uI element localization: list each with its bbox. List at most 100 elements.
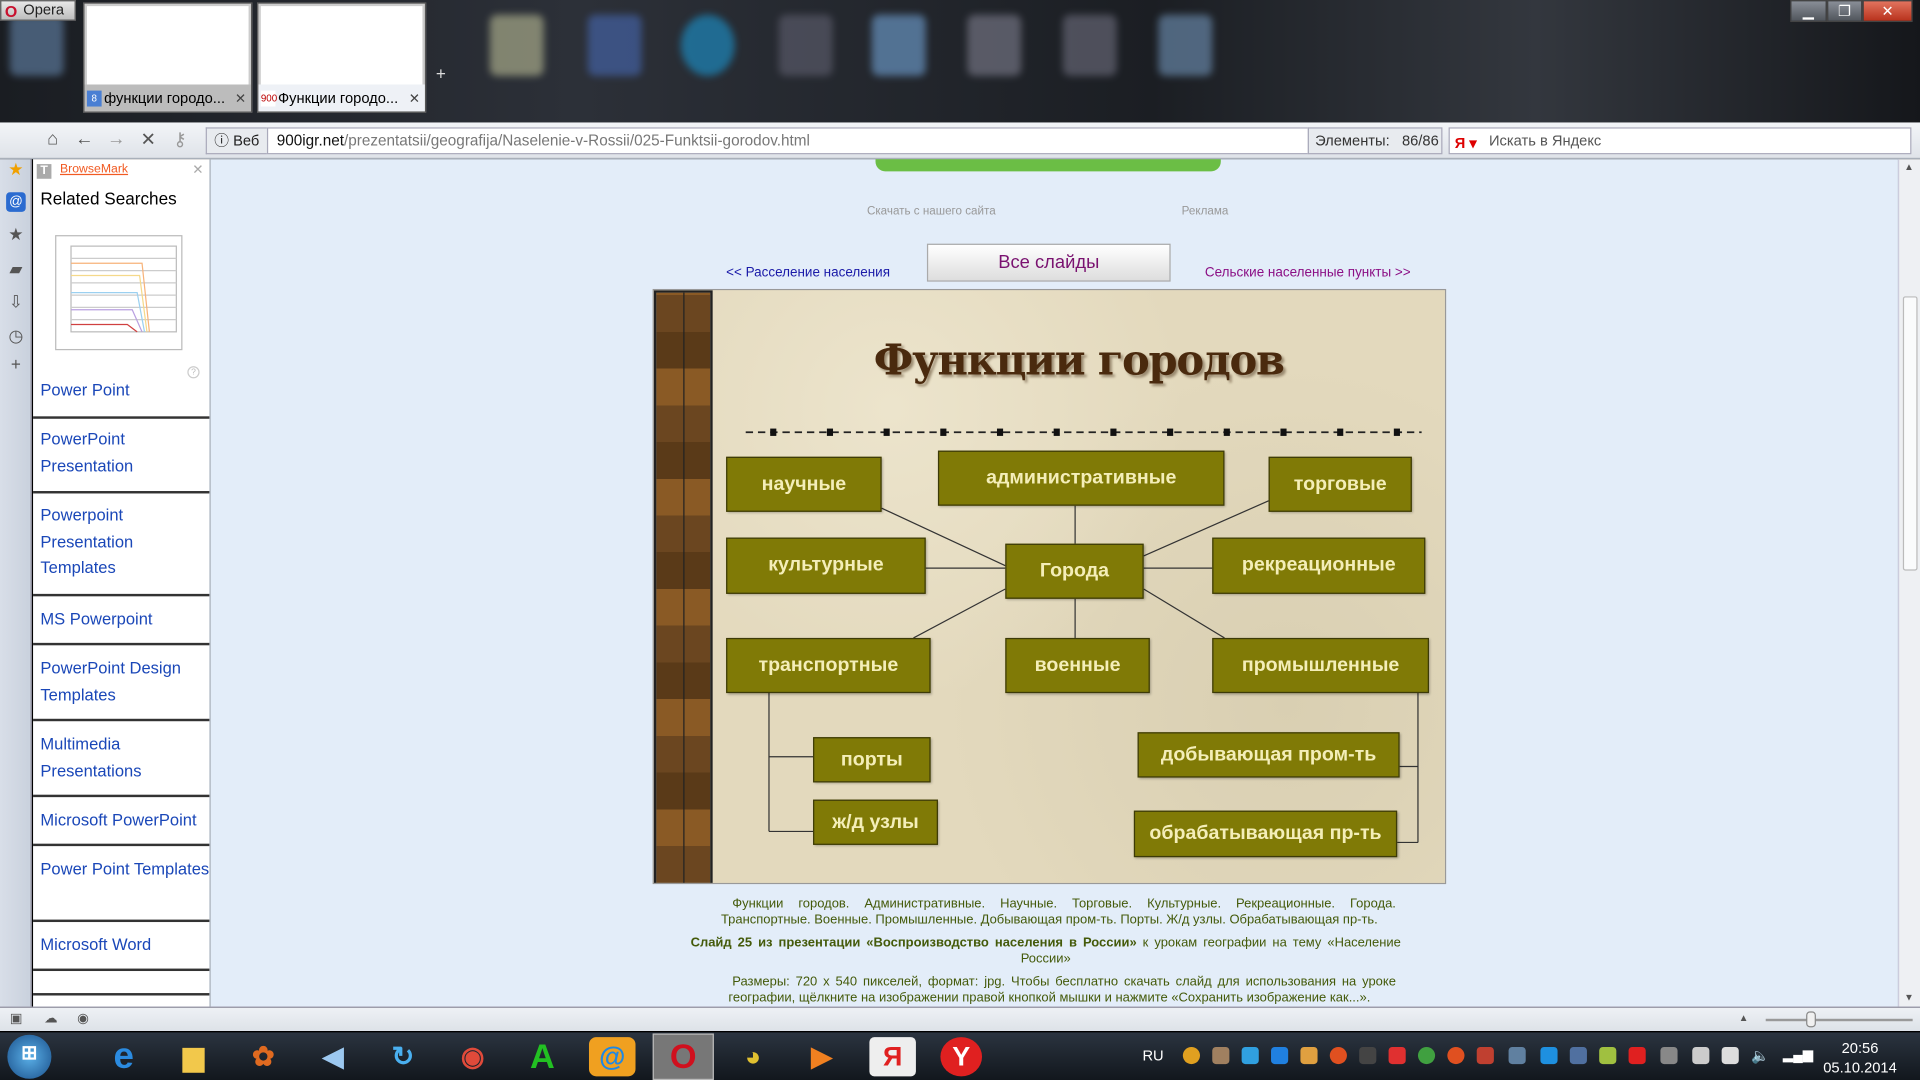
downloads-icon[interactable]: ⇩ bbox=[6, 291, 26, 311]
restore-button[interactable]: ❐ bbox=[1826, 0, 1863, 23]
tray-icon[interactable] bbox=[1508, 1046, 1526, 1065]
yandex-icon[interactable]: Я bbox=[869, 1037, 916, 1077]
history-icon[interactable]: ◷ bbox=[6, 326, 26, 346]
scroll-down-icon[interactable]: ▼ bbox=[1904, 992, 1914, 1003]
tray-icon[interactable] bbox=[1447, 1046, 1465, 1065]
chart-app-icon[interactable]: ◕ bbox=[730, 1037, 777, 1076]
tray-icon[interactable] bbox=[1540, 1046, 1558, 1065]
sidebar-link[interactable]: Microsoft Word bbox=[33, 932, 209, 958]
divider bbox=[33, 919, 210, 923]
tab-close-icon[interactable]: ✕ bbox=[409, 91, 420, 107]
yandex-browser-icon[interactable]: Y bbox=[940, 1037, 983, 1077]
back-icon[interactable]: ← bbox=[73, 129, 95, 150]
action-center-icon[interactable] bbox=[1692, 1046, 1710, 1065]
update-icon[interactable]: ↻ bbox=[380, 1037, 427, 1076]
prev-slide-link[interactable]: << Расселение населения bbox=[726, 266, 890, 281]
sidebar-link[interactable]: Power Point bbox=[33, 377, 209, 403]
tray-icon[interactable] bbox=[1569, 1046, 1587, 1065]
stop-icon[interactable]: ✕ bbox=[137, 129, 159, 151]
sidebar-link[interactable]: PowerPoint Presentation bbox=[33, 426, 209, 479]
search-placeholder: Искать в Яндекс bbox=[1488, 132, 1602, 150]
zoom-slider[interactable] bbox=[1765, 1018, 1913, 1022]
sidebar-link[interactable]: Microsoft PowerPoint bbox=[33, 807, 209, 833]
paint-icon[interactable]: ✿ bbox=[240, 1037, 287, 1076]
search-input[interactable]: Я ▾ Искать в Яндекс bbox=[1448, 127, 1912, 155]
dash-marker bbox=[1223, 428, 1230, 436]
sidebar-close-icon[interactable]: ✕ bbox=[192, 162, 203, 178]
sidebar-link[interactable]: Multimedia Presentations bbox=[33, 731, 209, 784]
a-app-icon[interactable]: A bbox=[519, 1037, 566, 1076]
zoom-slider-handle[interactable] bbox=[1806, 1011, 1816, 1028]
site-favicon-icon: 900 bbox=[260, 90, 277, 107]
tray-icon[interactable] bbox=[1182, 1046, 1201, 1065]
box-ports: порты bbox=[813, 737, 931, 783]
tray-icon[interactable] bbox=[1300, 1046, 1318, 1065]
sound-icon[interactable]: ◀ bbox=[310, 1037, 357, 1076]
zoom-up-icon[interactable]: ▲ bbox=[1739, 1013, 1749, 1024]
web-mode-badge[interactable]: ⓘ Веб bbox=[205, 127, 267, 155]
scroll-up-icon[interactable]: ▲ bbox=[1904, 162, 1914, 173]
tray-icon[interactable] bbox=[1359, 1046, 1377, 1065]
network-icon[interactable]: ▂▄▆ bbox=[1783, 1047, 1813, 1064]
clock-time: 20:56 bbox=[1841, 1039, 1879, 1057]
internet-explorer-icon[interactable]: e bbox=[100, 1037, 147, 1076]
all-slides-button[interactable]: Все слайды bbox=[926, 243, 1171, 282]
notes-icon[interactable]: ▰ bbox=[6, 258, 26, 278]
close-button[interactable]: ✕ bbox=[1862, 0, 1913, 23]
opera-menu-button[interactable]: O Opera bbox=[0, 0, 76, 21]
scrollbar-thumb[interactable] bbox=[1902, 296, 1918, 571]
speed-dial-icon[interactable]: ◉ bbox=[77, 1010, 89, 1026]
divider bbox=[33, 642, 210, 646]
url-field[interactable]: 900igr.net/prezentatsii/geografija/Nasel… bbox=[266, 127, 1309, 155]
next-slide-link[interactable]: Сельские населенные пункты >> bbox=[1205, 266, 1411, 281]
tab-2[interactable]: 900 Функции городо... ✕ bbox=[257, 2, 427, 113]
add-panel-icon[interactable]: + bbox=[6, 354, 26, 374]
minimize-button[interactable]: ▁ bbox=[1790, 0, 1827, 23]
new-tab-button[interactable]: + bbox=[436, 64, 446, 84]
opera-taskbar-icon[interactable]: O bbox=[652, 1033, 714, 1080]
bookmarks-star-icon[interactable]: ★ bbox=[6, 159, 26, 179]
tray-icon[interactable] bbox=[1241, 1046, 1259, 1065]
sidebar-link[interactable]: MS Powerpoint bbox=[33, 606, 209, 632]
chrome-icon[interactable]: ◉ bbox=[449, 1037, 496, 1076]
tray-icon[interactable] bbox=[1329, 1046, 1347, 1065]
sidebar-link[interactable]: Powerpoint Presentation Templates bbox=[33, 502, 209, 581]
tray-icon[interactable] bbox=[1271, 1046, 1289, 1065]
mail-agent-icon[interactable]: @ bbox=[588, 1037, 636, 1077]
tray-icon[interactable] bbox=[1417, 1046, 1436, 1065]
opera-logo-icon: O bbox=[4, 2, 18, 21]
power-icon[interactable] bbox=[1721, 1046, 1739, 1065]
tray-icon[interactable] bbox=[1388, 1046, 1406, 1065]
tab-bar: O Opera 8 функции городо... ✕ 900 Функции г… bbox=[0, 0, 1920, 123]
tray-icon[interactable] bbox=[1476, 1046, 1494, 1065]
tab-close-icon[interactable]: ✕ bbox=[235, 91, 246, 107]
media-player-icon[interactable]: ▶ bbox=[798, 1037, 845, 1076]
related-image[interactable] bbox=[55, 235, 183, 351]
slide-image[interactable]: Функции городов научные административные… bbox=[652, 288, 1447, 885]
start-button[interactable]: ⊞ bbox=[7, 1034, 52, 1079]
favorites-star-icon[interactable]: ★ bbox=[6, 224, 26, 244]
tray-icon[interactable] bbox=[1599, 1046, 1617, 1065]
url-domain: 900igr.net bbox=[276, 132, 344, 150]
panel-toggle-icon[interactable]: ▣ bbox=[10, 1010, 23, 1026]
mail-icon[interactable]: @ bbox=[6, 192, 26, 212]
caption-slide-title: Слайд 25 из презентации «Воспроизводство… bbox=[690, 935, 1137, 951]
tray-icon[interactable] bbox=[1212, 1046, 1230, 1065]
key-icon[interactable]: ⚷ bbox=[169, 129, 191, 151]
ad-label: Реклама bbox=[1181, 204, 1229, 218]
tray-icon[interactable] bbox=[1660, 1046, 1678, 1065]
tray-icon[interactable] bbox=[1628, 1046, 1646, 1065]
file-explorer-icon[interactable]: ▆ bbox=[170, 1037, 217, 1076]
clock[interactable]: 20:56 05.10.2014 bbox=[1817, 1038, 1903, 1077]
download-text[interactable]: Скачать с нашего сайта bbox=[867, 204, 996, 217]
vertical-scrollbar[interactable]: ▲ ▼ bbox=[1897, 159, 1920, 1007]
language-indicator[interactable]: RU bbox=[1142, 1047, 1163, 1064]
sidebar-link[interactable]: Power Point Templates bbox=[33, 856, 209, 882]
tab-1[interactable]: 8 функции городо... ✕ bbox=[83, 2, 253, 113]
browsemark-link[interactable]: BrowseMark bbox=[60, 163, 128, 176]
sidebar-link[interactable]: PowerPoint Design Templates bbox=[33, 655, 209, 708]
home-icon[interactable]: ⌂ bbox=[42, 129, 64, 150]
turbo-icon[interactable]: ☁ bbox=[44, 1010, 57, 1026]
forward-icon[interactable]: → bbox=[105, 129, 127, 150]
volume-icon[interactable]: 🔈 bbox=[1751, 1047, 1769, 1064]
